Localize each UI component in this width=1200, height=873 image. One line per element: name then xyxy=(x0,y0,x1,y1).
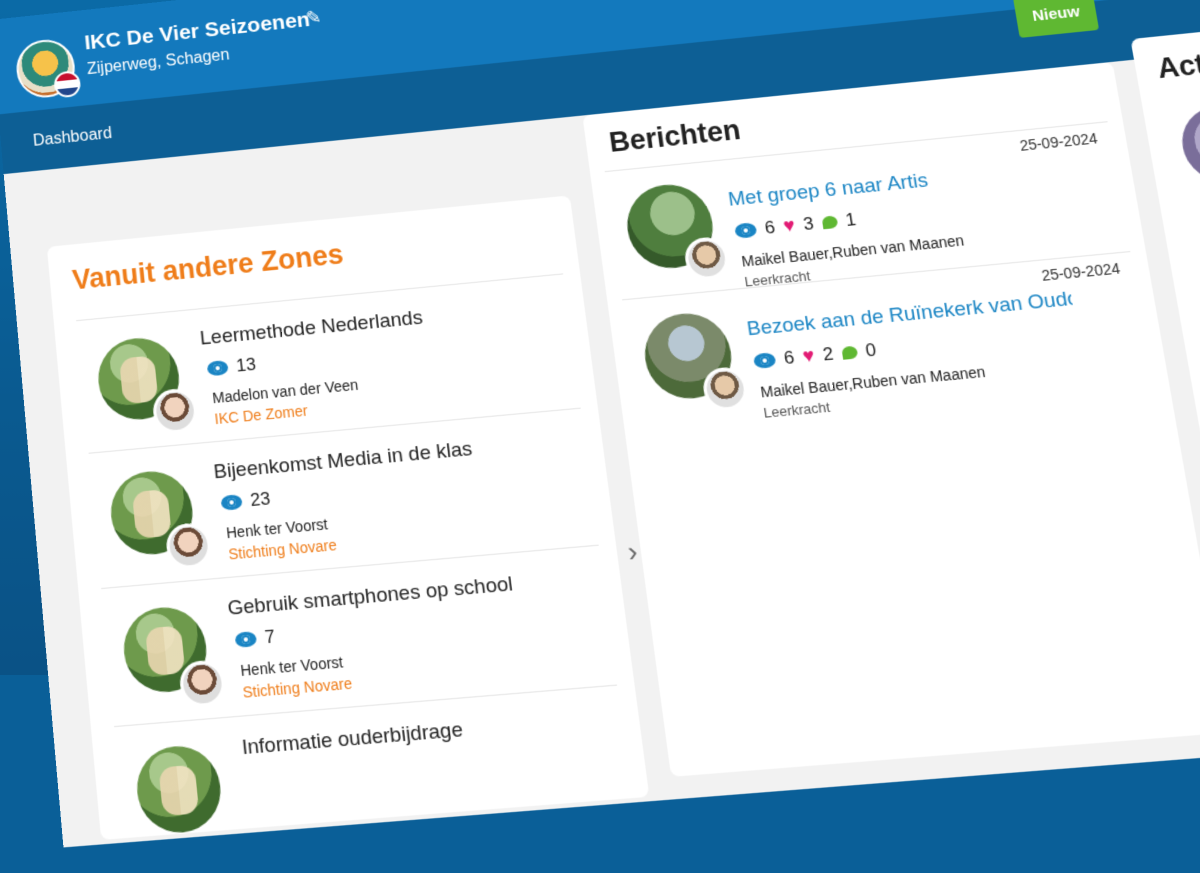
activity-date-badge[interactable]: 15 feb xyxy=(1176,102,1200,185)
berichten-card: Nieuw Berichten 25-09-2024 Met groep 6 n… xyxy=(582,62,1200,777)
zone-avatar xyxy=(95,334,188,427)
views-count: 7 xyxy=(264,626,276,649)
zone-item-title[interactable]: Leermethode Nederlands xyxy=(199,307,424,351)
berichten-title: Berichten xyxy=(607,114,742,159)
zone-image xyxy=(133,743,224,836)
author-avatar xyxy=(178,659,227,708)
app-window: IKC De Vier Seizoenen ✎ Zijperweg, Schag… xyxy=(0,0,1200,808)
zone-views: 7 xyxy=(234,626,276,651)
zone-org[interactable]: Stichting Novare xyxy=(242,674,353,701)
comments-count: 0 xyxy=(864,339,878,361)
message-title-link[interactable]: Met groep 6 naar Artis xyxy=(727,158,1052,212)
organization-name: IKC De Vier Seizoenen xyxy=(83,8,311,55)
message-stats: 6 ♥ 3 1 xyxy=(733,208,857,242)
activity-day: 15 xyxy=(1178,113,1200,154)
zones-card: Vanuit andere Zones Leermethode Nederlan… xyxy=(47,195,650,840)
chevron-right-icon[interactable]: › xyxy=(626,535,640,569)
zone-org[interactable]: IKC De Zomer xyxy=(214,402,309,427)
zone-avatar xyxy=(120,604,215,700)
comments-count: 1 xyxy=(844,209,857,231)
zone-views: 13 xyxy=(206,354,257,379)
eye-icon xyxy=(734,222,757,239)
zone-views: 23 xyxy=(220,488,271,514)
views-count: 13 xyxy=(235,354,257,377)
message-title-link[interactable]: Bezoek aan de Ruïnekerk van Oudorp xyxy=(746,288,1074,342)
activities-title: Activiteiten xyxy=(1155,37,1200,85)
heart-icon[interactable]: ♥ xyxy=(782,214,797,237)
zone-author: Madelon van der Veen xyxy=(212,376,360,406)
eye-icon xyxy=(234,631,257,648)
zone-avatar xyxy=(107,468,201,562)
likes-count: 3 xyxy=(802,213,815,235)
message-stats: 6 ♥ 2 0 xyxy=(752,339,877,373)
eye-icon xyxy=(207,360,229,376)
views-count: 23 xyxy=(249,488,271,511)
comment-icon[interactable] xyxy=(841,345,858,359)
pencil-icon[interactable]: ✎ xyxy=(305,7,323,29)
zone-item-title[interactable]: Gebruik smartphones op school xyxy=(227,573,515,621)
comment-icon[interactable] xyxy=(821,215,838,229)
zone-org[interactable]: Stichting Novare xyxy=(228,536,338,563)
views-count: 6 xyxy=(763,217,776,239)
eye-icon xyxy=(753,352,777,369)
message-date: 25-09-2024 xyxy=(1018,130,1098,154)
zone-item-title[interactable]: Informatie ouderbijdrage xyxy=(241,719,464,761)
message-date: 25-09-2024 xyxy=(1040,260,1121,284)
views-count: 6 xyxy=(782,347,795,369)
likes-count: 2 xyxy=(821,343,834,365)
eye-icon xyxy=(220,494,242,511)
message-role: Leerkracht xyxy=(762,399,831,421)
zone-avatar xyxy=(133,743,229,840)
heart-icon[interactable]: ♥ xyxy=(801,344,816,367)
zone-item-title[interactable]: Bijeenkomst Media in de klas xyxy=(213,438,474,485)
zones-title: Vanuit andere Zones xyxy=(71,239,345,297)
screen-background: IKC De Vier Seizoenen ✎ Zijperweg, Schag… xyxy=(0,0,1200,675)
page-content: Vanuit andere Zones Leermethode Nederlan… xyxy=(4,41,1200,848)
